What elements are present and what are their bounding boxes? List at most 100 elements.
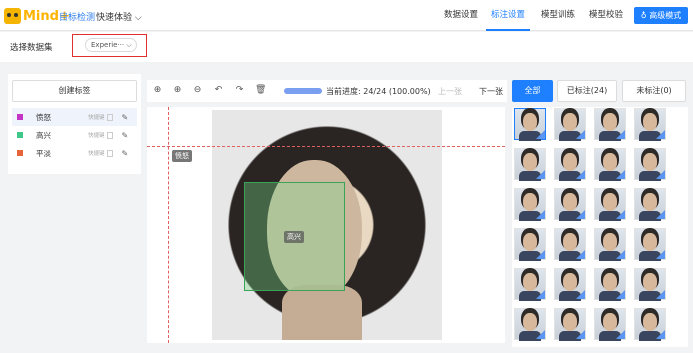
- advanced-mode-button[interactable]: ♁ 高级模式: [634, 7, 688, 24]
- thumbnail-face: [643, 113, 657, 131]
- tab-label-settings[interactable]: 标注设置: [486, 0, 530, 31]
- labeled-check-icon: [656, 330, 665, 339]
- edit-pencil-icon[interactable]: ✎: [122, 113, 129, 122]
- thumbnail-face: [643, 273, 657, 291]
- thumbnail-image[interactable]: [594, 108, 626, 141]
- neck-region: [282, 285, 362, 340]
- tab-model-validation[interactable]: 模型校验: [584, 0, 628, 31]
- tag-item-neutral[interactable]: 平淡 快捷键 ✎: [12, 144, 137, 162]
- labeled-check-icon: [536, 330, 545, 339]
- labeled-check-icon: [656, 210, 665, 219]
- thumbnail-face: [603, 113, 617, 131]
- thumbnail-image[interactable]: [514, 228, 546, 261]
- thumbnail-face: [643, 153, 657, 171]
- tag-color-swatch: [17, 132, 23, 138]
- thumbnail-face: [643, 233, 657, 251]
- hotkey-input[interactable]: [106, 113, 113, 121]
- hotkey-input[interactable]: [106, 149, 113, 157]
- tab-model-training[interactable]: 模型训练: [536, 0, 580, 31]
- thumbnail-image[interactable]: [554, 148, 586, 181]
- tag-name: 高兴: [36, 130, 51, 140]
- thumbnail-face: [603, 233, 617, 251]
- edit-pencil-icon[interactable]: ✎: [122, 131, 129, 140]
- thumbnail-image[interactable]: [594, 268, 626, 301]
- thumbnail-image[interactable]: [634, 268, 666, 301]
- filter-unlabeled-button[interactable]: 未标注(0): [622, 80, 686, 102]
- thumbnail-image[interactable]: [514, 148, 546, 181]
- labeled-check-icon: [536, 170, 545, 179]
- hotkey-label: 快捷键: [88, 151, 105, 157]
- crosshair-horizontal-guide: [147, 146, 505, 147]
- thumbnail-image[interactable]: [514, 268, 546, 301]
- labeled-check-icon: [576, 170, 585, 179]
- thumbnail-image[interactable]: [554, 108, 586, 141]
- thumbnail-image[interactable]: [554, 268, 586, 301]
- next-image-button[interactable]: 下一张: [479, 86, 503, 97]
- thumbnail-image[interactable]: [514, 108, 546, 141]
- thumbnail-image[interactable]: [634, 228, 666, 261]
- tag-item-happy[interactable]: 高兴 快捷键 ✎: [12, 126, 137, 144]
- nav-quick-experience[interactable]: 快速体验 ⌵: [96, 10, 142, 23]
- delete-icon[interactable]: 🗑: [255, 85, 266, 96]
- hotkey-label: 快捷键: [88, 133, 105, 139]
- edit-pencil-icon[interactable]: ✎: [122, 149, 129, 158]
- dataset-select[interactable]: Experie··· ⌵: [85, 38, 137, 52]
- thumbnail-image[interactable]: [514, 188, 546, 221]
- nav-object-detection[interactable]: 目标检测: [59, 10, 95, 23]
- labeled-check-icon: [656, 130, 665, 139]
- labeled-check-icon: [616, 250, 625, 259]
- zoom-in-icon[interactable]: ⊕: [172, 85, 183, 96]
- thumbnail-image[interactable]: [634, 308, 666, 341]
- thumbnail-image[interactable]: [514, 308, 546, 341]
- labeled-check-icon: [576, 130, 585, 139]
- thumbnail-face: [563, 193, 577, 211]
- cursor-tag-label: 愤怒: [172, 150, 192, 162]
- crosshair-icon[interactable]: ⊕: [152, 85, 163, 96]
- hotkey-input[interactable]: [106, 131, 113, 139]
- thumbnail-face: [643, 313, 657, 331]
- labeled-check-icon: [656, 170, 665, 179]
- thumbnail-image[interactable]: [594, 188, 626, 221]
- thumbnail-image[interactable]: [594, 308, 626, 341]
- thumbnail-face: [563, 233, 577, 251]
- thumbnail-face: [603, 273, 617, 291]
- filter-all-button[interactable]: 全部: [512, 80, 553, 102]
- labeled-check-icon: [616, 330, 625, 339]
- labeled-check-icon: [536, 130, 545, 139]
- prev-image-button[interactable]: 上一张: [438, 86, 462, 97]
- thumbnail-face: [563, 113, 577, 131]
- thumbnail-face: [523, 273, 537, 291]
- labeled-check-icon: [576, 290, 585, 299]
- thumbnail-face: [563, 273, 577, 291]
- thumbnail-image[interactable]: [634, 148, 666, 181]
- thumbnail-face: [563, 153, 577, 171]
- thumbnail-image[interactable]: [554, 228, 586, 261]
- redo-icon[interactable]: ↷: [234, 85, 245, 96]
- advanced-mode-icon: ♁: [640, 11, 650, 20]
- crosshair-vertical-guide: [168, 107, 169, 343]
- labeled-check-icon: [576, 210, 585, 219]
- thumbnail-image[interactable]: [554, 188, 586, 221]
- zoom-out-icon[interactable]: ⊖: [192, 85, 203, 96]
- thumbnail-image[interactable]: [594, 228, 626, 261]
- thumbnail-face: [523, 113, 537, 131]
- thumbnail-face: [523, 233, 537, 251]
- labeled-check-icon: [616, 290, 625, 299]
- labeled-check-icon: [616, 170, 625, 179]
- thumbnail-face: [523, 193, 537, 211]
- filter-labeled-button[interactable]: 已标注(24): [557, 80, 617, 102]
- robot-logo-icon: [4, 8, 21, 24]
- thumbnail-face: [603, 153, 617, 171]
- undo-icon[interactable]: ↶: [213, 85, 224, 96]
- thumbnail-face: [563, 313, 577, 331]
- tag-item-anger[interactable]: 愤怒 快捷键 ✎: [12, 108, 137, 126]
- tab-data-settings[interactable]: 数据设置: [440, 0, 482, 31]
- create-tag-button[interactable]: 创建标签: [12, 80, 137, 102]
- thumbnail-image[interactable]: [554, 308, 586, 341]
- thumbnail-face: [603, 193, 617, 211]
- tag-name: 愤怒: [36, 112, 51, 122]
- labeled-check-icon: [536, 290, 545, 299]
- thumbnail-image[interactable]: [634, 108, 666, 141]
- thumbnail-image[interactable]: [594, 148, 626, 181]
- thumbnail-image[interactable]: [634, 188, 666, 221]
